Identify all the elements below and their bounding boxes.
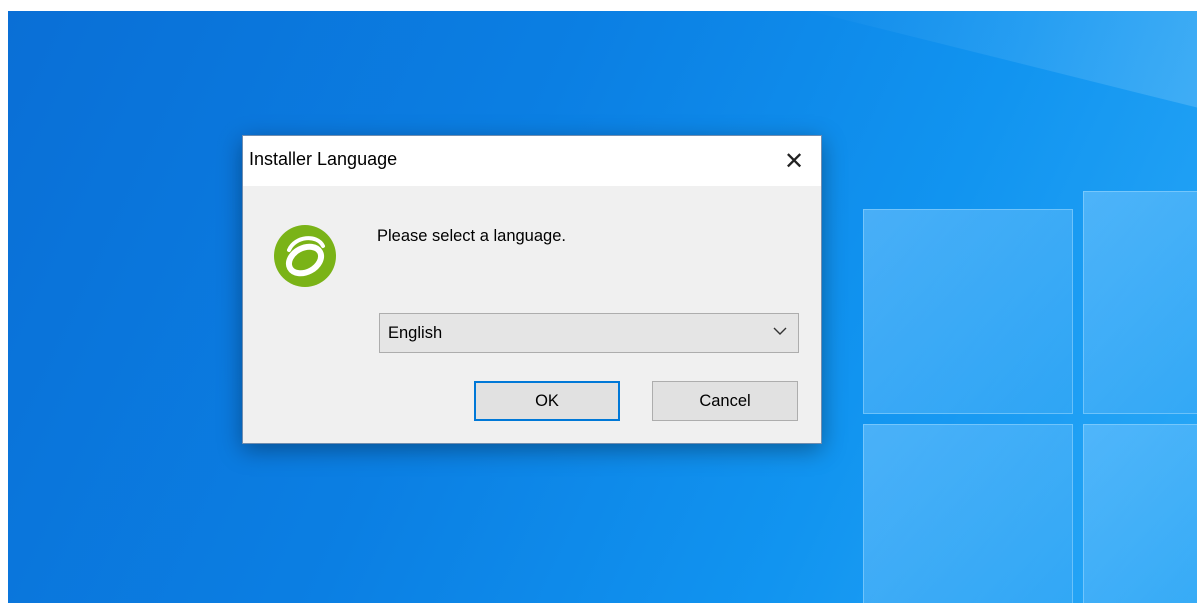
- language-select-value: English: [388, 324, 443, 342]
- dialog-title: Installer Language: [249, 149, 398, 169]
- close-button[interactable]: ✕: [767, 136, 821, 186]
- cancel-button[interactable]: Cancel: [652, 381, 798, 421]
- language-select[interactable]: English: [379, 313, 799, 353]
- chevron-down-icon: [773, 327, 787, 335]
- wallpaper-window-pane: [863, 424, 1073, 603]
- green-circle-logo-icon: [274, 225, 336, 287]
- ok-button[interactable]: OK: [474, 381, 620, 421]
- wallpaper-window-pane: [1083, 191, 1197, 414]
- dialog-titlebar: Installer Language ✕: [243, 136, 821, 186]
- installer-language-dialog: Installer Language ✕ Please select a lan…: [242, 135, 822, 444]
- close-icon: ✕: [783, 147, 805, 175]
- wallpaper-light-beam: [783, 11, 1197, 174]
- wallpaper-window-pane: [863, 209, 1073, 414]
- wallpaper-window-pane: [1083, 424, 1197, 603]
- language-prompt: Please select a language.: [377, 227, 566, 245]
